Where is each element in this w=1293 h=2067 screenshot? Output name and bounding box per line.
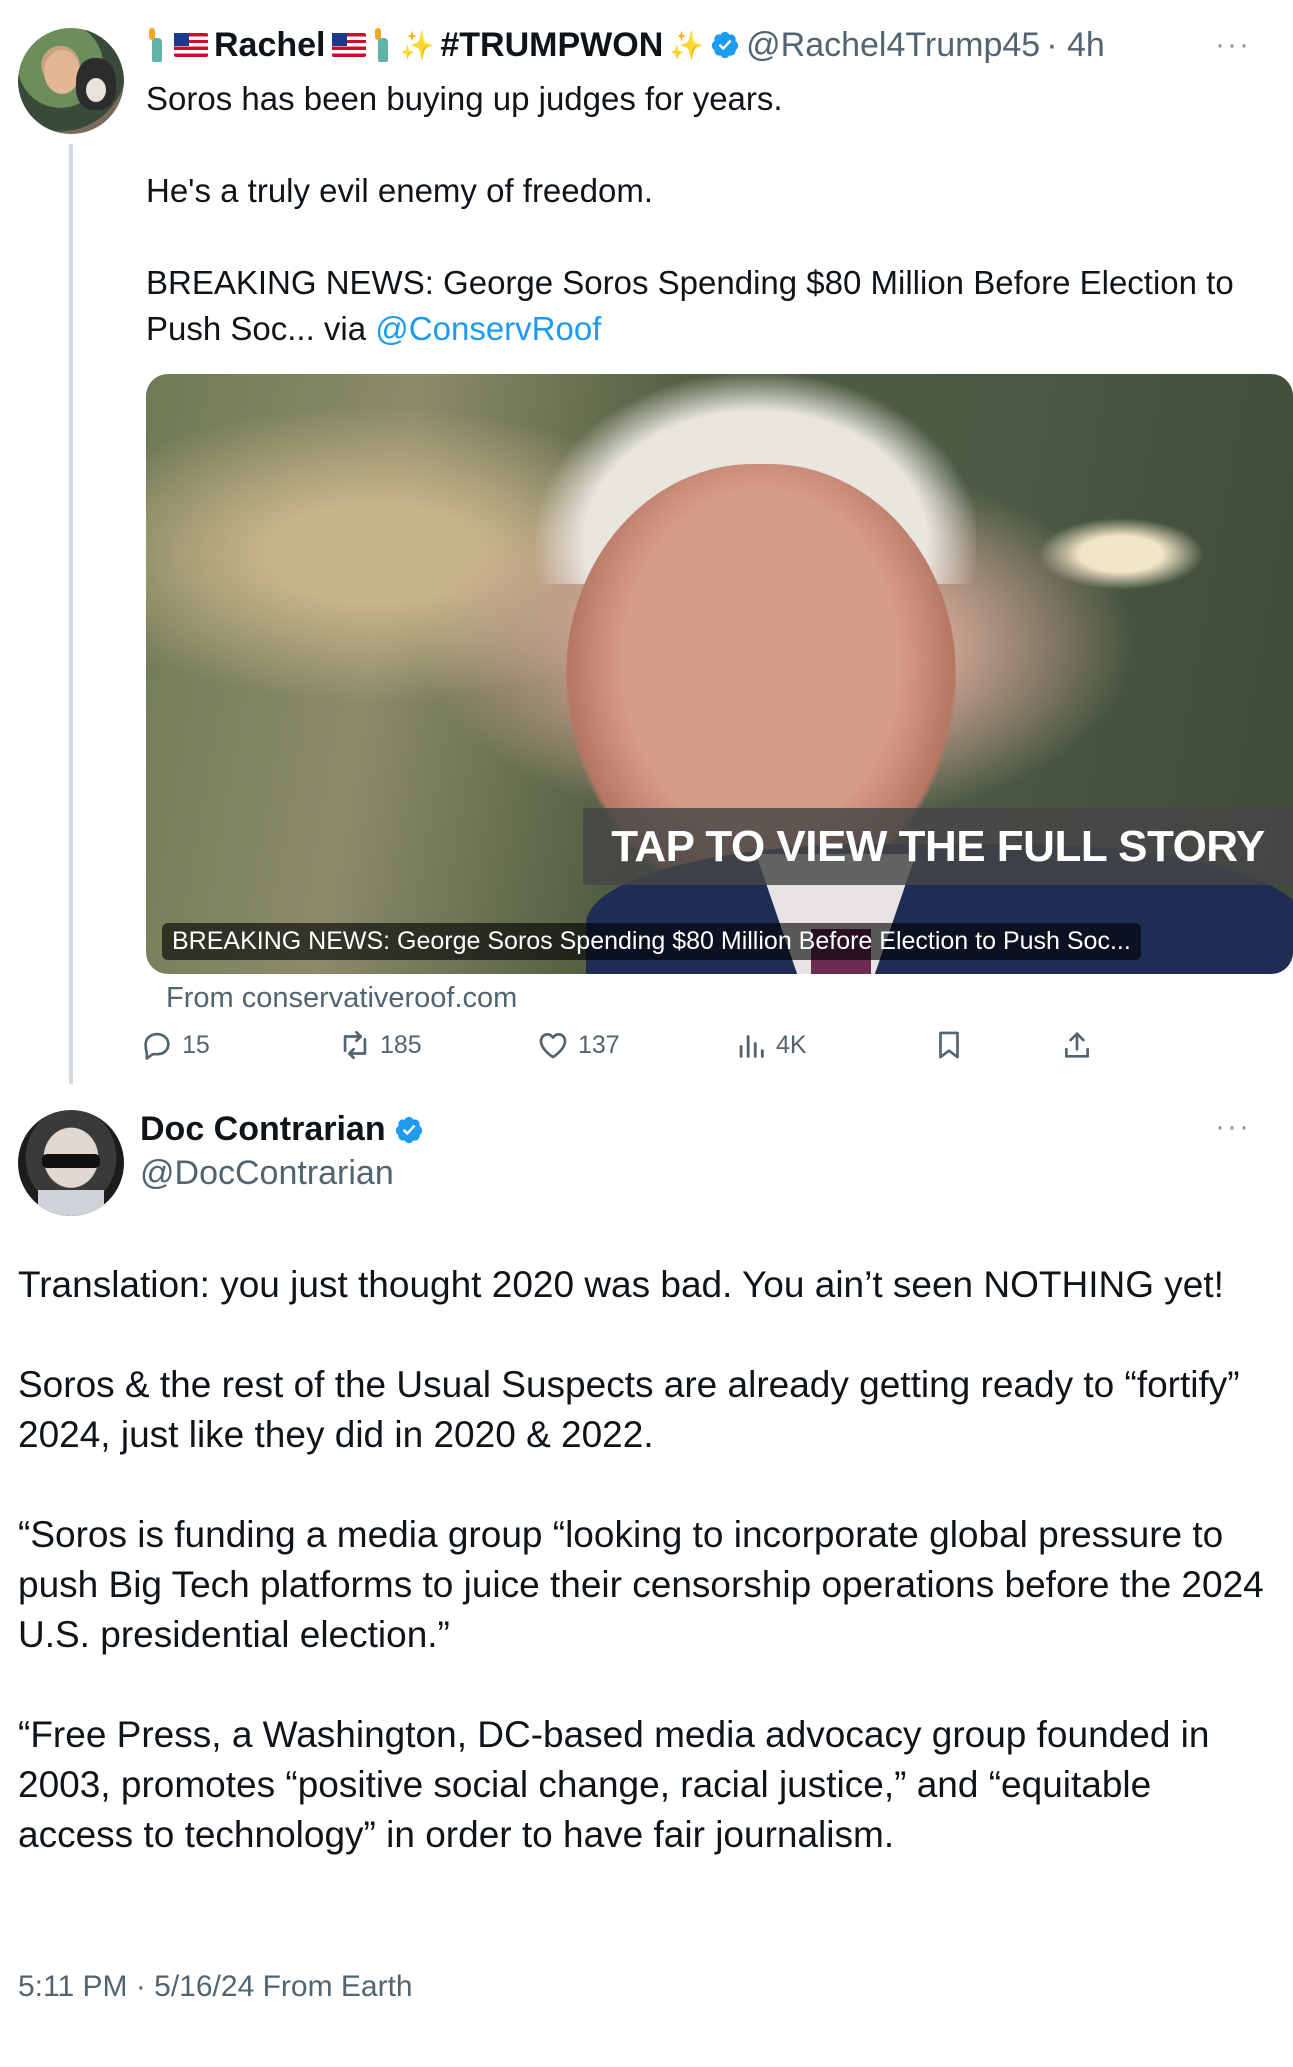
bar-chart-icon (739, 1035, 764, 1058)
thread-connector-line (69, 144, 73, 1084)
tweet-text-line: He's a truly evil enemy of freedom. (146, 172, 654, 209)
tap-to-view-banner[interactable]: TAP TO VIEW THE FULL STORY (583, 808, 1293, 885)
verified-badge-icon (712, 31, 739, 59)
views-button[interactable]: 4K (734, 1022, 807, 1068)
tweet-text-headline: BREAKING NEWS: George Soros Spending $80… (146, 264, 1234, 347)
avatar-shirt (38, 1190, 104, 1216)
share-button[interactable] (1060, 1022, 1094, 1068)
reply-button[interactable]: 15 (140, 1022, 210, 1068)
more-options-icon[interactable]: ··· (1215, 1110, 1251, 1144)
tweet-thread: Rachel ✨ #TRUMPWON ✨ @Rachel4Trump45 · 4… (0, 0, 1293, 2067)
reply-count: 15 (182, 1030, 210, 1059)
parent-tweet[interactable]: Rachel ✨ #TRUMPWON ✨ @Rachel4Trump45 · 4… (0, 0, 1293, 1090)
tweet-header: Rachel ✨ #TRUMPWON ✨ @Rachel4Trump45 · 4… (146, 22, 1105, 68)
tweet-paragraph: Translation: you just thought 2020 was b… (18, 1264, 1224, 1305)
avatar-face (44, 50, 80, 94)
sparkles-icon: ✨ (669, 29, 705, 61)
share-upload-icon (1065, 1032, 1089, 1058)
tweet-paragraph: “Soros is funding a media group “looking… (18, 1514, 1264, 1655)
verified-badge-icon (395, 1116, 422, 1143)
tweet-text-line: Soros has been buying up judges for year… (146, 80, 783, 117)
user-handle[interactable]: @DocContrarian (140, 1154, 394, 1193)
view-count: 4K (776, 1030, 807, 1059)
card-source-domain[interactable]: From conservativeroof.com (166, 982, 517, 1015)
tweet-paragraph: “Free Press, a Washington, DC-based medi… (18, 1714, 1210, 1855)
bookmark-button[interactable] (932, 1022, 966, 1068)
avatar-dog (76, 58, 116, 110)
more-options-icon[interactable]: ··· (1215, 28, 1251, 62)
tweet-text: Translation: you just thought 2020 was b… (18, 1260, 1268, 1860)
like-button[interactable]: 137 (536, 1022, 620, 1068)
bookmark-icon (939, 1031, 959, 1059)
main-tweet[interactable]: Doc Contrarian @DocContrarian ··· Transl… (0, 1090, 1293, 2067)
speech-bubble-icon (144, 1032, 170, 1060)
like-count: 137 (578, 1030, 620, 1059)
us-flag-icon (331, 33, 366, 57)
post-time[interactable]: · 4h (1046, 26, 1105, 65)
display-name[interactable]: Rachel (214, 26, 326, 65)
tweet-header: Doc Contrarian (140, 1110, 424, 1149)
heart-icon (539, 1033, 567, 1059)
us-flag-icon (174, 33, 208, 57)
tweet-text-line: BREAKING NEWS: George Soros Spending $80… (146, 260, 1266, 352)
user-handle[interactable]: @Rachel4Trump45 (746, 26, 1040, 65)
link-preview-card[interactable]: TAP TO VIEW THE FULL STORY BREAKING NEWS… (146, 374, 1293, 974)
display-name-hashtag[interactable]: #TRUMPWON (440, 26, 663, 65)
statue-of-liberty-icon (372, 28, 394, 62)
mention-link[interactable]: @ConservRoof (375, 310, 601, 347)
avatar[interactable] (18, 28, 124, 134)
avatar-glasses (42, 1154, 100, 1168)
sparkles-icon: ✨ (399, 29, 435, 61)
tweet-timestamp[interactable]: 5:11 PM · 5/16/24 From Earth (18, 1970, 413, 2004)
avatar[interactable] (18, 1110, 124, 1216)
tweet-actions-bar: 15 185 137 4K (140, 1022, 1100, 1068)
repost-count: 185 (380, 1030, 422, 1059)
statue-of-liberty-icon (146, 28, 168, 62)
repost-button[interactable]: 185 (338, 1022, 422, 1068)
tweet-text: Soros has been buying up judges for year… (146, 76, 1266, 352)
tweet-paragraph: Soros & the rest of the Usual Suspects a… (18, 1364, 1240, 1455)
card-title[interactable]: BREAKING NEWS: George Soros Spending $80… (162, 923, 1141, 960)
display-name[interactable]: Doc Contrarian (140, 1110, 386, 1149)
repost-arrows-icon (343, 1030, 367, 1060)
